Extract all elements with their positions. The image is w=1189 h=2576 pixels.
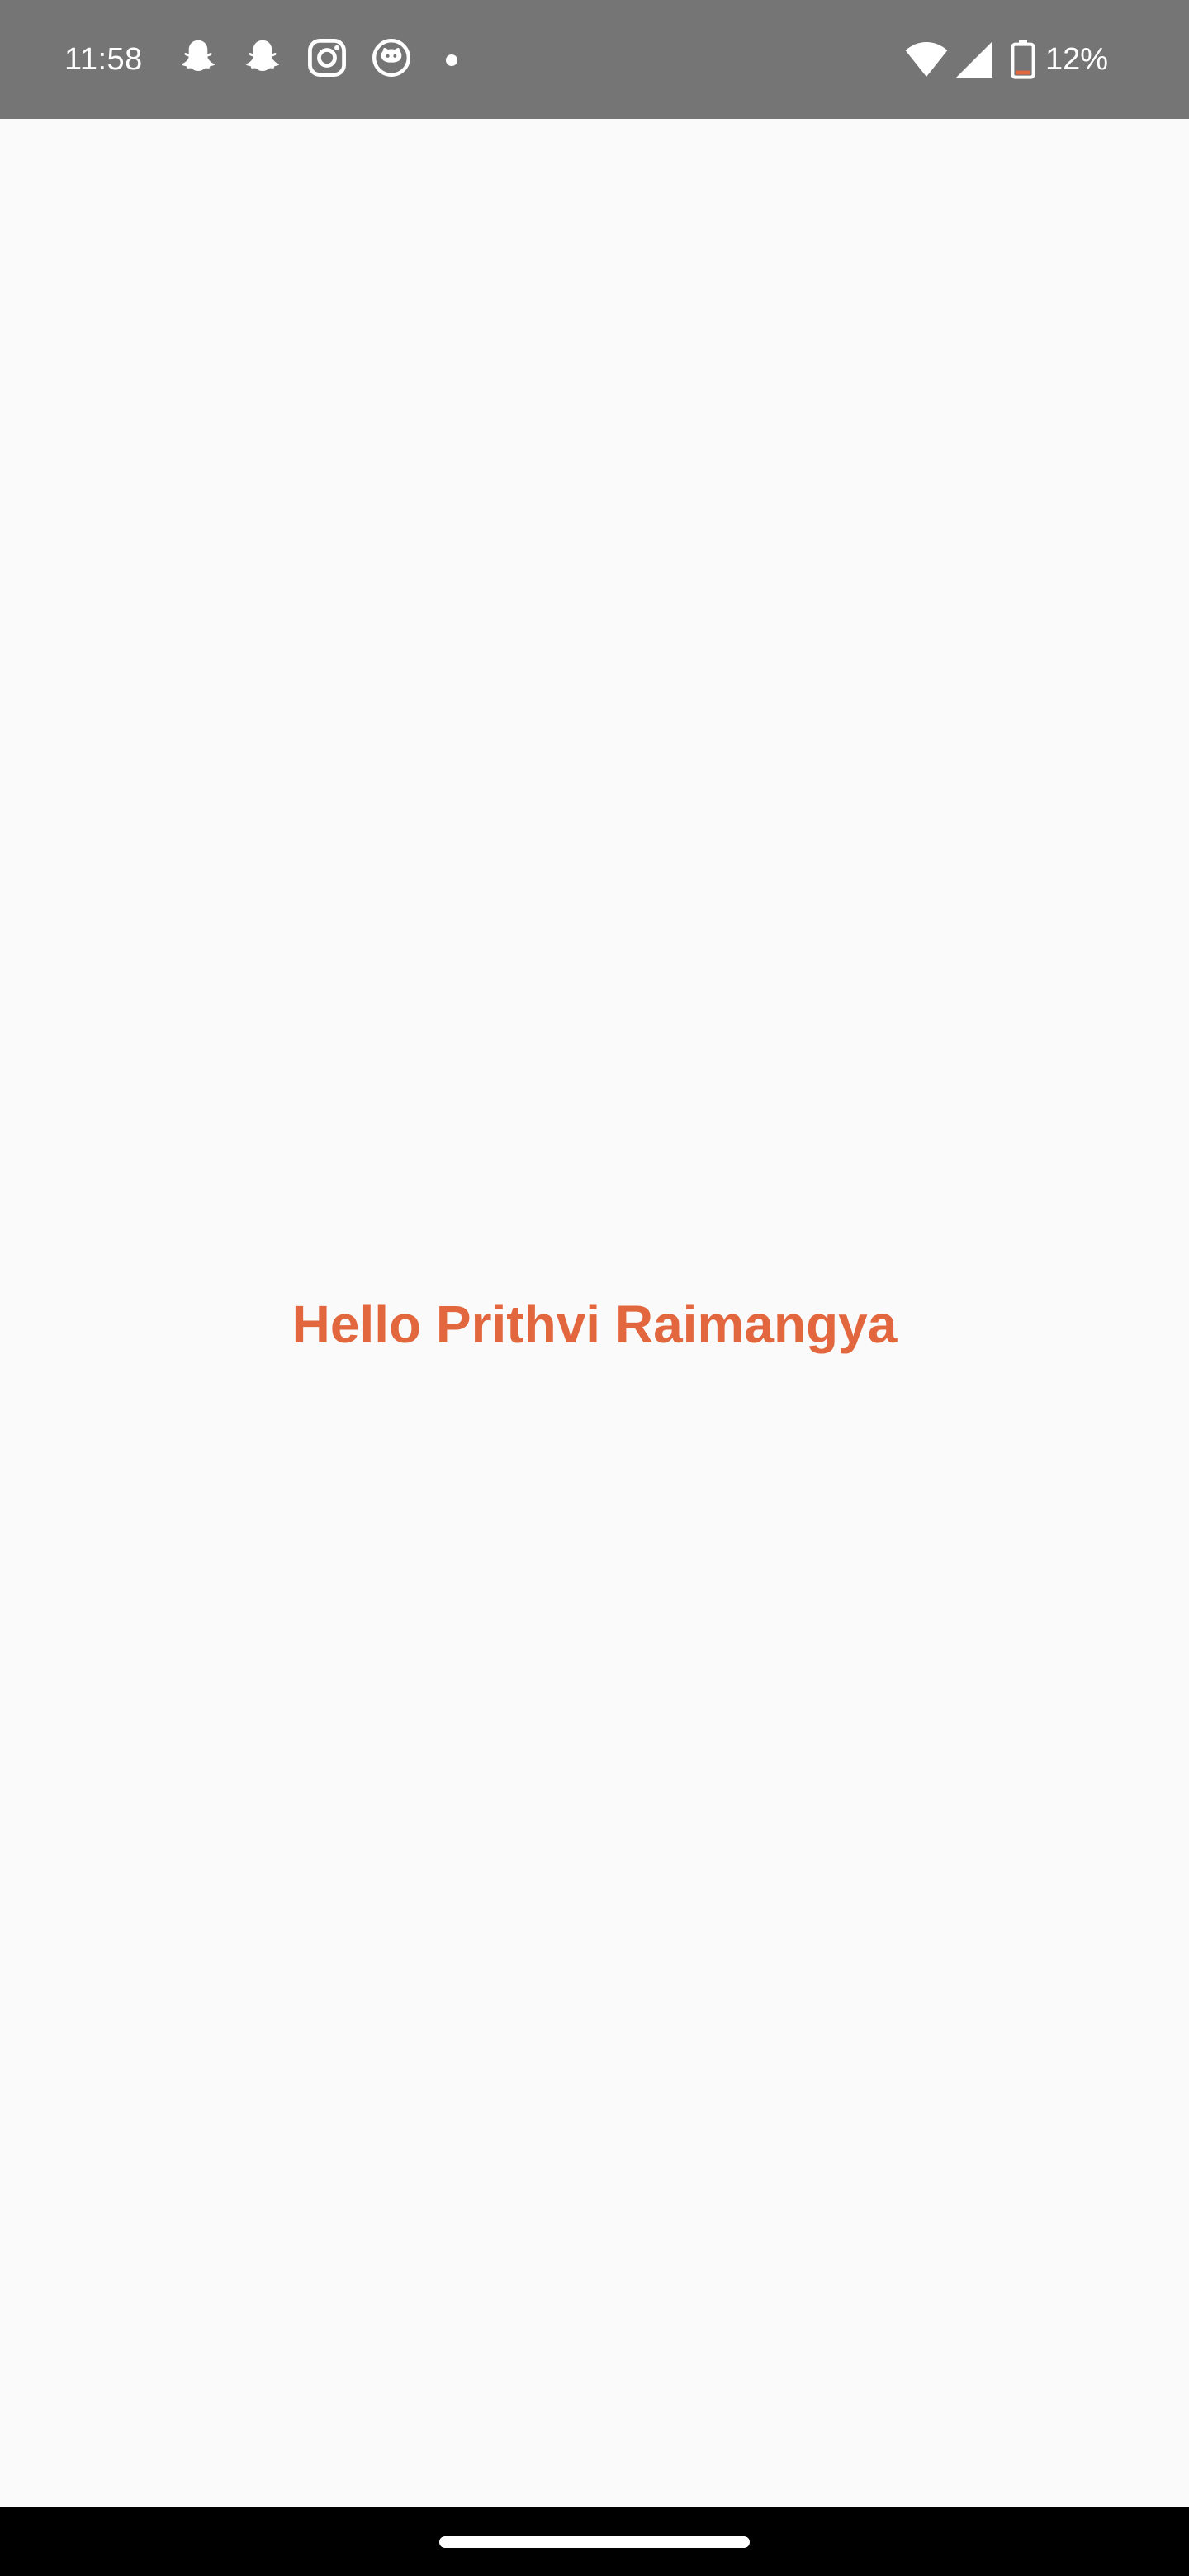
github-icon (370, 36, 413, 79)
status-time: 11:58 (64, 42, 143, 77)
instagram-icon (306, 36, 348, 79)
main-content: Hello Prithvi Raimangya (0, 119, 1189, 2507)
navigation-bar (0, 2507, 1189, 2576)
battery-icon (1011, 40, 1035, 83)
home-indicator[interactable] (439, 2536, 750, 2548)
wifi-icon (905, 40, 948, 82)
snapchat-icon (241, 36, 284, 79)
more-notifications-dot (446, 54, 457, 66)
snapchat-icon (177, 36, 220, 79)
cellular-signal-icon (956, 41, 992, 82)
greeting-text: Hello Prithvi Raimangya (291, 1295, 898, 1354)
battery-percentage: 12% (1045, 42, 1109, 77)
status-bar: 11:58 12% (0, 0, 1189, 119)
